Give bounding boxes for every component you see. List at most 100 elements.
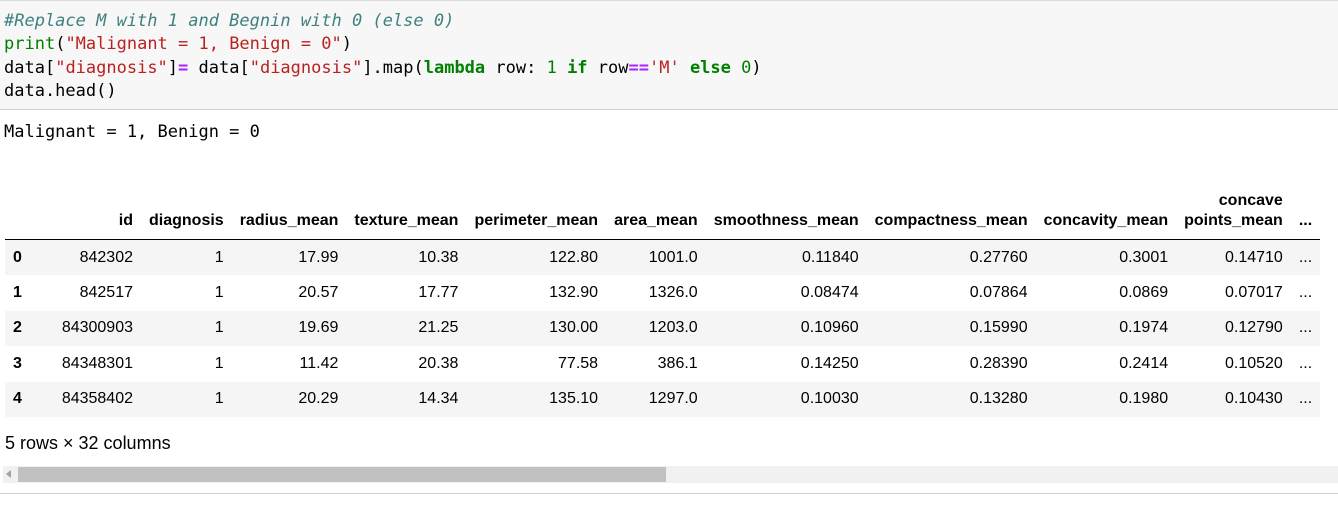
print-string: "Malignant = 1, Benign = 0" [65,34,342,54]
cell-texture-mean: 21.25 [418,319,459,337]
cell-diagnosis: 1 [214,283,224,301]
cell-radius-mean: 11.42 [299,354,339,372]
concave-label-line1: concave [1218,192,1283,209]
col-header-diagnosis: diagnosis [141,183,232,240]
paren-open: ( [55,34,66,54]
cell-area-mean: 1326.0 [648,283,698,301]
cell-texture-mean: 10.38 [418,248,459,266]
cell-ellipsis: ... [1298,319,1313,337]
cell-ellipsis: ... [1298,248,1313,266]
dataframe-summary: 5 rows × 32 columns [5,433,171,453]
col-header-area-mean: area_mean [606,183,706,240]
char-m-string: 'M' [648,58,680,78]
cell-smoothness-mean: 0.10960 [800,319,859,337]
col-header-radius-mean: radius_mean [231,183,347,240]
row-index: 4 [13,390,22,408]
cell-concavity-mean: 0.1974 [1119,319,1169,337]
number-one: 1 [546,58,557,78]
cell-smoothness-mean: 0.11840 [801,248,859,266]
col-header-concave-points-mean: concave points_mean [1176,183,1291,240]
code-line-4: data.head() [4,80,117,103]
col-header-perimeter-mean: perimeter_mean [466,183,607,240]
cell-radius-mean: 19.69 [298,319,339,337]
cell-compactness-mean: 0.07864 [969,283,1028,301]
row-index: 0 [13,248,22,266]
table-row: 2 84300903 1 19.69 21.25 130.00 1203.0 0… [5,310,1321,346]
lhs-key-string: "diagnosis" [55,58,168,78]
cell-concavity-mean: 0.0869 [1119,283,1169,301]
rhs-prefix: data[ [188,58,250,78]
cell-radius-mean: 20.29 [298,390,339,408]
cell-perimeter-mean: 135.10 [549,390,599,408]
col-header-concavity-mean: concavity_mean [1035,183,1177,240]
cell-compactness-mean: 0.13280 [969,390,1028,408]
cell-perimeter-mean: 130.00 [549,319,599,337]
cell-perimeter-mean: 132.90 [549,283,599,301]
cell-concavity-mean: 0.1980 [1119,390,1169,408]
cell-id: 842302 [79,248,133,266]
cell-radius-mean: 17.99 [298,248,339,266]
cell-concavity-mean: 0.2414 [1119,354,1169,372]
cell-smoothness-mean: 0.10030 [800,390,859,408]
dataframe-table: id diagnosis radius_mean texture_mean pe… [5,183,1321,417]
cell-concavity-mean: 0.3001 [1119,248,1169,266]
table-row: 0 842302 1 17.99 10.38 122.80 1001.0 0.1… [5,239,1321,275]
cell-area-mean: 1001.0 [648,248,698,266]
code-line-2: print("Malignant = 1, Benign = 0") [4,33,352,56]
lambda-arg: row: [485,58,547,78]
paren-close-map: ) [751,58,762,78]
cell-divider [0,493,1338,494]
cell-area-mean: 1203.0 [648,319,698,337]
cell-smoothness-mean: 0.14250 [800,354,859,372]
dataframe-output: id diagnosis radius_mean texture_mean pe… [5,183,1338,417]
col-header-id: id [33,183,141,240]
map-call: ].map( [362,58,424,78]
table-row: 3 84348301 1 11.42 20.38 77.58 386.1 0.1… [5,346,1320,382]
cell-compactness-mean: 0.27760 [969,248,1028,266]
rhs-key-string: "diagnosis" [249,58,363,78]
head-call: data.head() [4,81,117,101]
cell-texture-mean: 20.38 [418,354,459,372]
bracket-close: ] [167,58,179,78]
col-header-texture-mean: texture_mean [346,183,467,240]
header-row: id diagnosis radius_mean texture_mean pe… [5,183,1321,240]
cell-compactness-mean: 0.28390 [969,354,1028,372]
cell-diagnosis: 1 [214,390,224,408]
if-keyword: if [556,58,588,78]
cell-concave-points-mean: 0.07017 [1224,283,1283,301]
cell-id: 84300903 [61,319,133,337]
cell-diagnosis: 1 [214,354,224,372]
cell-area-mean: 386.1 [657,354,698,372]
data-name-token: data [4,58,45,78]
index-header [5,183,33,240]
scroll-left-arrow-icon[interactable] [6,470,11,478]
col-header-compactness-mean: compactness_mean [866,183,1036,240]
code-cell[interactable]: #Replace M with 1 and Begnin with 0 (els… [0,0,1338,110]
else-keyword: else [679,58,731,78]
cell-perimeter-mean: 77.58 [558,354,599,372]
concave-label-line2: points_mean [1184,212,1283,229]
assign-operator: = [178,58,189,78]
cell-diagnosis: 1 [214,319,224,337]
cell-perimeter-mean: 122.80 [549,248,599,266]
cell-diagnosis: 1 [214,248,224,266]
row-name: row [587,58,629,78]
cell-concave-points-mean: 0.12790 [1224,319,1283,337]
row-index: 2 [13,319,22,337]
cell-id: 84358402 [61,390,133,408]
code-line-3: data["diagnosis"]= data["diagnosis"].map… [4,57,762,80]
paren-close: ) [341,34,353,54]
number-zero: 0 [741,58,752,78]
col-header-ellipsis: ... [1290,183,1321,240]
cell-id: 84348301 [61,354,133,372]
code-line-1: #Replace M with 1 and Begnin with 0 (els… [4,10,454,33]
print-builtin: print [4,34,56,54]
bracket-open: [ [44,58,56,78]
cell-compactness-mean: 0.15990 [969,319,1028,337]
horizontal-scrollbar[interactable] [3,466,1338,483]
row-index: 1 [13,283,22,301]
scrollbar-thumb[interactable] [18,467,666,482]
cell-ellipsis: ... [1298,354,1313,372]
row-index: 3 [13,354,22,372]
